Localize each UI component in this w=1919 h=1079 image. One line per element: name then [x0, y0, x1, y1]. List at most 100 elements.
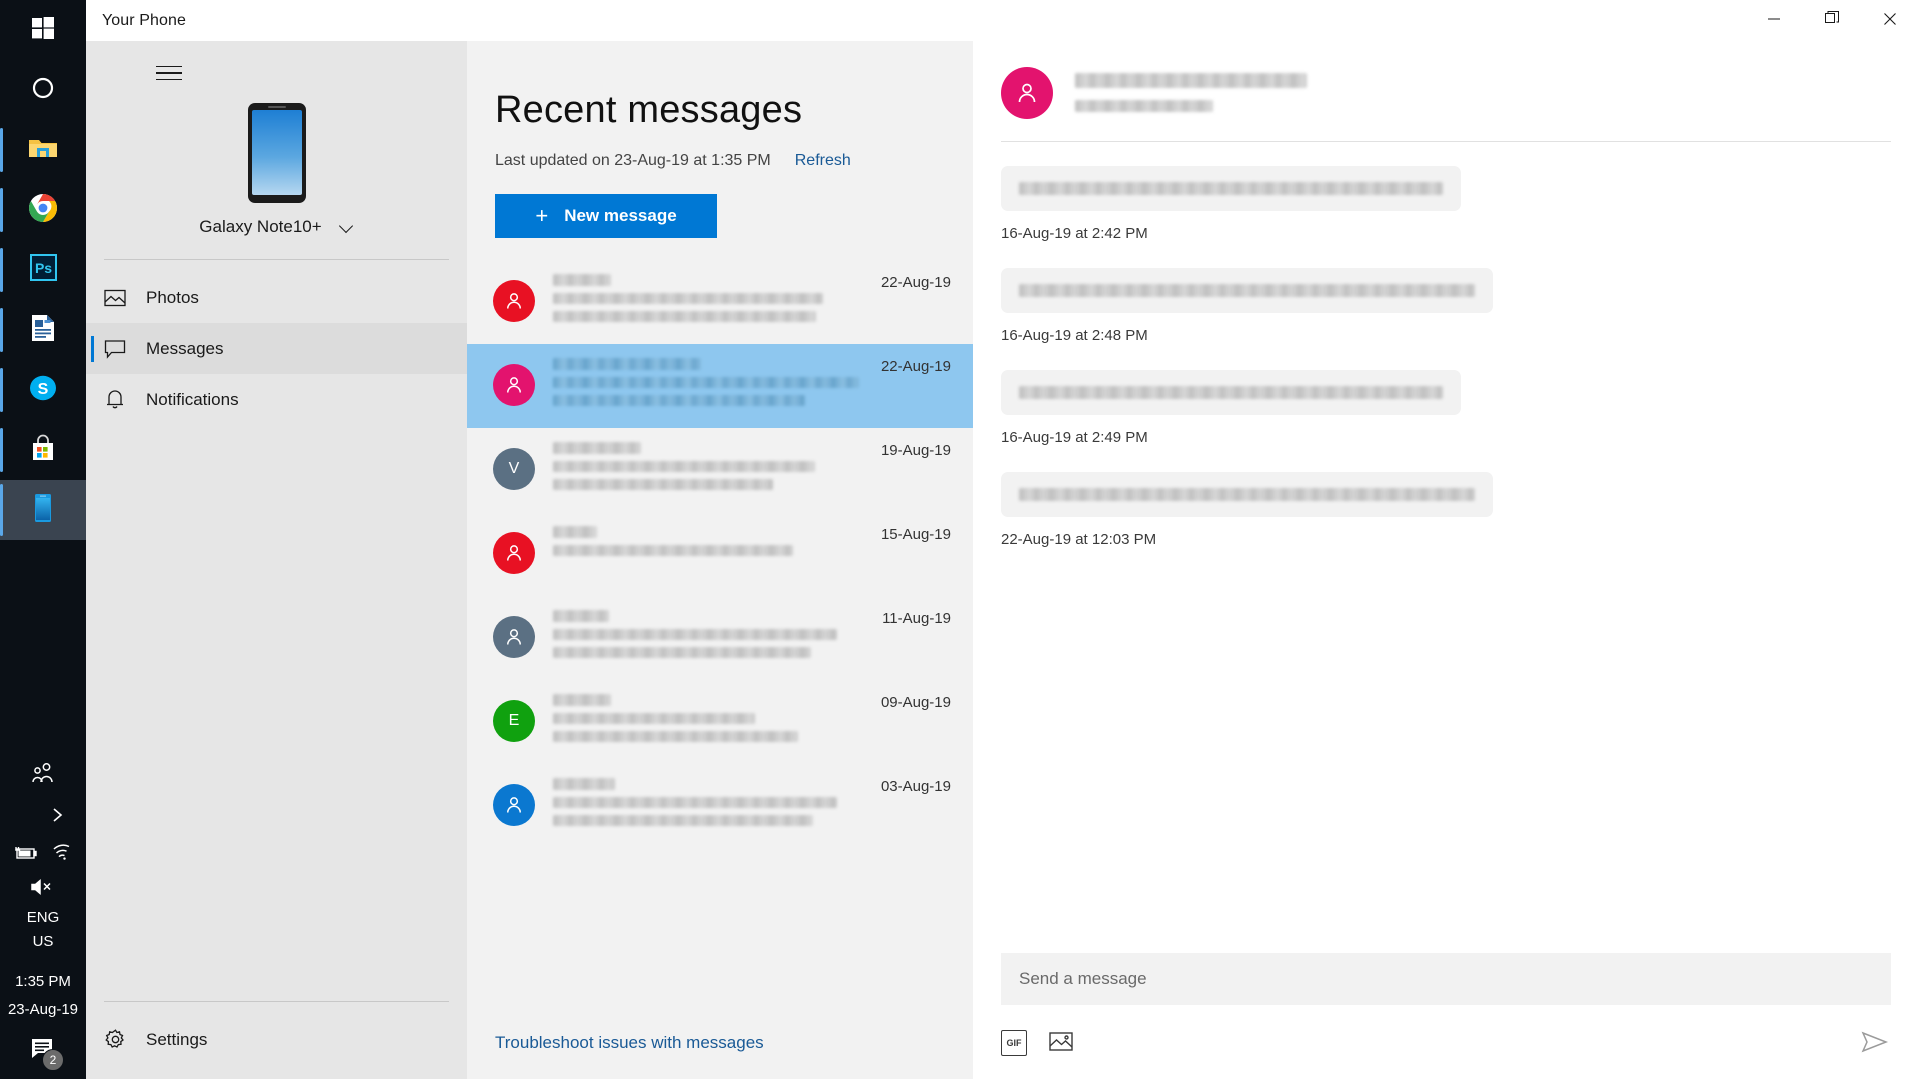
conversation-list-item[interactable]: V 19-Aug-19 — [467, 428, 973, 512]
conversation-top-row: 22-Aug-19 — [553, 358, 951, 377]
clock-time[interactable]: 1:35 PM — [0, 967, 86, 997]
message-timestamp: 16-Aug-19 at 2:42 PM — [1001, 225, 1148, 242]
message-list-pane: Recent messages Last updated on 23-Aug-1… — [467, 41, 973, 1079]
sidebar-item-notifications[interactable]: Notifications — [86, 374, 467, 425]
conversation-preview-redacted — [553, 461, 815, 472]
avatar — [493, 616, 535, 658]
conversation-list-item[interactable]: E 09-Aug-19 — [467, 680, 973, 764]
avatar — [493, 364, 535, 406]
message-body-redacted — [1019, 386, 1443, 399]
speaker-muted-icon — [29, 878, 57, 901]
message-bubble[interactable] — [1001, 370, 1461, 415]
show-hidden-icons-button[interactable] — [0, 797, 86, 837]
conversation-sender-redacted — [553, 358, 871, 377]
cortana-button[interactable] — [0, 60, 86, 120]
skype-button[interactable]: S — [0, 360, 86, 420]
file-explorer-button[interactable] — [0, 120, 86, 180]
language-indicator[interactable]: ENG — [0, 905, 86, 929]
redacted-text-line — [553, 274, 611, 286]
avatar — [493, 532, 535, 574]
start-button[interactable] — [0, 0, 86, 60]
libreoffice-writer-button[interactable] — [0, 300, 86, 360]
new-message-button[interactable]: + New message — [495, 194, 717, 238]
chevron-down-icon — [340, 220, 354, 234]
conversation-list-item[interactable]: 22-Aug-19 — [467, 344, 973, 428]
redacted-text-line — [553, 358, 701, 370]
conversation-content: 03-Aug-19 — [553, 778, 951, 833]
chrome-button[interactable] — [0, 180, 86, 240]
message-bubble-group: 16-Aug-19 at 2:49 PM — [1001, 370, 1891, 446]
app-body: Galaxy Note10+ Photos Messages Notificat… — [86, 41, 1919, 1079]
conversation-pane: 16-Aug-19 at 2:42 PM 16-Aug-19 at 2:48 PM… — [973, 41, 1919, 1079]
sidebar-item-photos-label: Photos — [146, 287, 199, 307]
device-name-label: Galaxy Note10+ — [199, 217, 322, 236]
conversation-top-row: 15-Aug-19 — [553, 526, 951, 545]
tray-status-icons[interactable] — [0, 837, 86, 873]
window-title: Your Phone — [102, 11, 187, 29]
troubleshoot-area: Troubleshoot issues with messages — [467, 1033, 973, 1079]
sidebar-divider-bottom — [104, 1001, 449, 1002]
message-bubble-group: 16-Aug-19 at 2:48 PM — [1001, 268, 1891, 344]
conversation-preview-redacted — [553, 293, 823, 304]
conversation-sender-redacted — [553, 526, 871, 545]
photoshop-button[interactable]: Ps — [0, 240, 86, 300]
document-icon — [30, 314, 56, 347]
skype-icon: S — [29, 374, 57, 407]
conversation-preview-redacted — [553, 545, 793, 556]
action-center-button[interactable]: 2 — [0, 1023, 86, 1079]
new-message-button-label: New message — [564, 206, 677, 225]
conversation-list-item[interactable]: 03-Aug-19 — [467, 764, 973, 848]
message-bubble[interactable] — [1001, 166, 1461, 211]
gif-button[interactable]: GIF — [1001, 1030, 1027, 1056]
message-timestamp: 22-Aug-19 at 12:03 PM — [1001, 531, 1157, 548]
send-button[interactable] — [1861, 1030, 1891, 1056]
hamburger-menu-button[interactable] — [156, 51, 204, 95]
image-button[interactable] — [1049, 1030, 1077, 1056]
avatar — [493, 280, 535, 322]
redacted-text-line — [553, 526, 597, 538]
conversation-sender-redacted — [553, 694, 871, 713]
people-button[interactable] — [0, 753, 86, 797]
svg-text:S: S — [38, 381, 49, 398]
conversation-preview-redacted — [553, 647, 811, 658]
conversation-list-item[interactable]: 22-Aug-19 — [467, 260, 973, 344]
plus-icon: + — [535, 203, 549, 228]
device-preview — [86, 103, 467, 203]
conversation-list-item[interactable]: 11-Aug-19 — [467, 596, 973, 680]
language-line-1: ENG — [26, 908, 60, 926]
sidebar-item-settings[interactable]: Settings — [86, 1014, 467, 1065]
language-line-2: US — [32, 932, 54, 950]
sidebar-item-photos[interactable]: Photos — [86, 272, 467, 323]
clock-date[interactable]: 23-Aug-19 — [0, 997, 86, 1023]
language-region[interactable]: US — [0, 929, 86, 953]
message-thread[interactable]: 16-Aug-19 at 2:42 PM 16-Aug-19 at 2:48 PM… — [973, 142, 1919, 953]
troubleshoot-link[interactable]: Troubleshoot issues with messages — [495, 1033, 764, 1052]
conversation-date: 03-Aug-19 — [880, 778, 951, 795]
contact-name-redacted — [1075, 73, 1307, 88]
phone-screen — [251, 110, 302, 195]
close-button[interactable] — [1861, 0, 1919, 41]
chevron-right-icon — [50, 807, 64, 828]
sidebar-item-messages[interactable]: Messages — [86, 323, 467, 374]
minimize-button[interactable] — [1745, 0, 1803, 41]
conversation-top-row: 09-Aug-19 — [553, 694, 951, 713]
notification-count-badge: 2 — [42, 1049, 64, 1071]
windows-taskbar: Ps S ENG US 1:35 PM 23-Aug-19 2 — [0, 0, 86, 1079]
cortana-circle-icon — [31, 76, 55, 105]
send-message-input[interactable] — [1001, 953, 1891, 1005]
conversation-list[interactable]: 22-Aug-19 22-Aug-19 V 19-Aug-19 15-Aug-19 11-… — [467, 260, 973, 1033]
conversation-list-item[interactable]: 15-Aug-19 — [467, 512, 973, 596]
volume-button[interactable] — [0, 873, 86, 905]
maximize-button[interactable] — [1803, 0, 1861, 41]
your-phone-button[interactable] — [0, 480, 86, 540]
message-bubble[interactable] — [1001, 268, 1493, 313]
conversation-preview-redacted — [553, 311, 816, 322]
message-bubble[interactable] — [1001, 472, 1493, 517]
avatar — [1001, 67, 1053, 119]
refresh-link[interactable]: Refresh — [795, 152, 851, 170]
device-selector[interactable]: Galaxy Note10+ — [86, 217, 467, 237]
title-bar: Your Phone — [86, 0, 1919, 41]
microsoft-store-button[interactable] — [0, 420, 86, 480]
conversation-top-row: 22-Aug-19 — [553, 274, 951, 293]
message-bubble-group: 22-Aug-19 at 12:03 PM — [1001, 472, 1891, 548]
